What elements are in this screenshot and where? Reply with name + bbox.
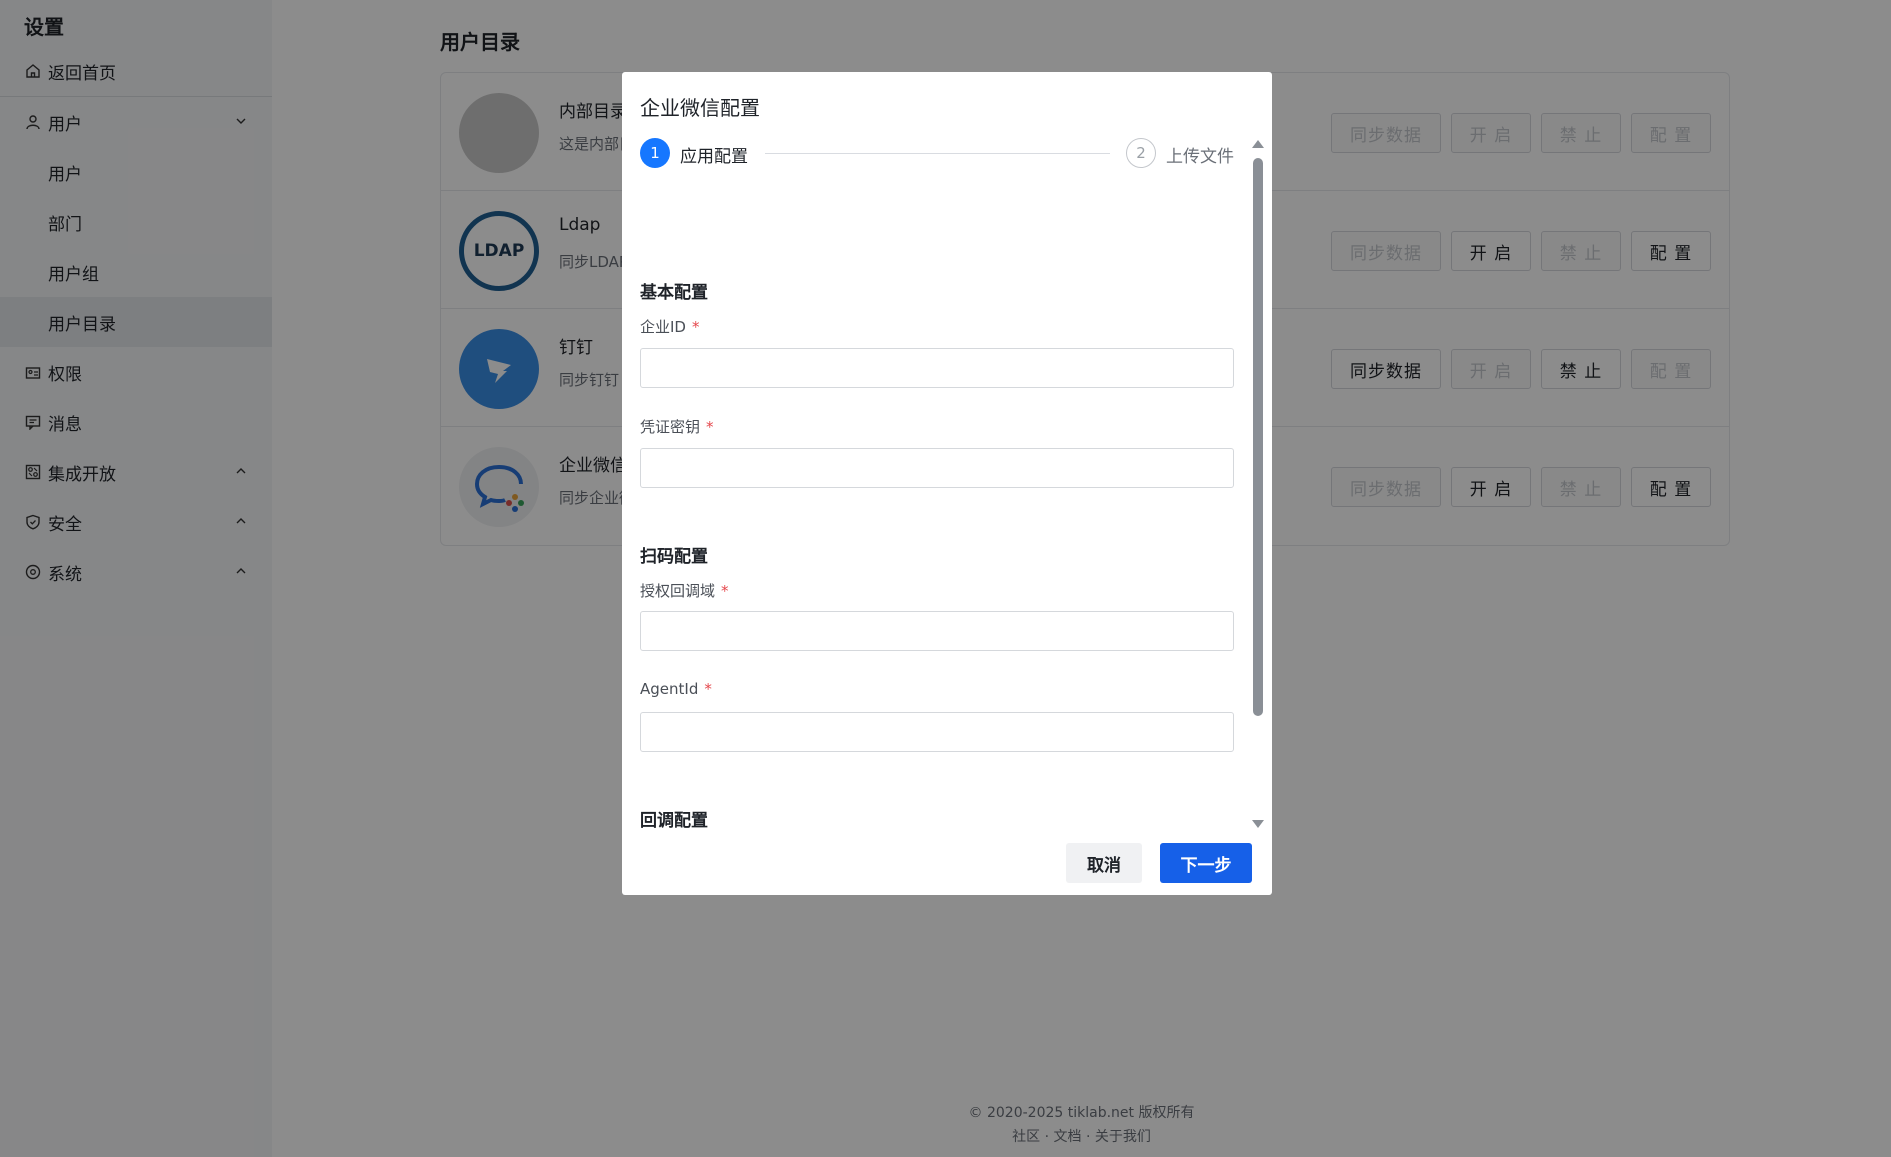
modal-scrollbar[interactable] bbox=[1250, 140, 1264, 828]
scroll-up-arrow-icon[interactable] bbox=[1252, 140, 1264, 148]
corp-id-label: 企业ID * bbox=[640, 318, 700, 336]
corp-id-input[interactable] bbox=[640, 348, 1234, 388]
scrollbar-thumb[interactable] bbox=[1253, 158, 1263, 716]
secret-label: 凭证密钥 * bbox=[640, 418, 714, 436]
required-mark: * bbox=[721, 582, 729, 600]
section-scan-title: 扫码配置 bbox=[640, 547, 708, 567]
required-mark: * bbox=[704, 680, 712, 698]
step-1-label: 应用配置 bbox=[680, 147, 748, 167]
secret-input[interactable] bbox=[640, 448, 1234, 488]
scroll-down-arrow-icon[interactable] bbox=[1252, 820, 1264, 828]
steps: 1 应用配置 2 上传文件 bbox=[640, 138, 1234, 170]
auth-domain-label: 授权回调域 * bbox=[640, 582, 729, 600]
cancel-button[interactable]: 取消 bbox=[1066, 843, 1142, 883]
required-mark: * bbox=[706, 418, 714, 436]
step-1-circle: 1 bbox=[640, 138, 670, 168]
step-connector bbox=[765, 153, 1110, 154]
agent-id-label: AgentId * bbox=[640, 680, 712, 698]
section-basic-title: 基本配置 bbox=[640, 283, 708, 303]
form-area: 基本配置 企业ID * 凭证密钥 * 扫码配置 授权回调域 * AgentId * 回调… bbox=[640, 190, 1234, 830]
next-step-button[interactable]: 下一步 bbox=[1160, 843, 1252, 883]
wecom-config-modal: 企业微信配置 1 应用配置 2 上传文件 基本配置 企业ID * 凭证密钥 * 扫码… bbox=[622, 72, 1272, 895]
step-2-label: 上传文件 bbox=[1166, 147, 1234, 167]
agent-id-input[interactable] bbox=[640, 712, 1234, 752]
required-mark: * bbox=[691, 318, 700, 336]
section-callback-title: 回调配置 bbox=[640, 811, 708, 830]
auth-domain-input[interactable] bbox=[640, 611, 1234, 651]
step-2-circle: 2 bbox=[1126, 138, 1156, 168]
modal-title: 企业微信配置 bbox=[640, 96, 760, 120]
